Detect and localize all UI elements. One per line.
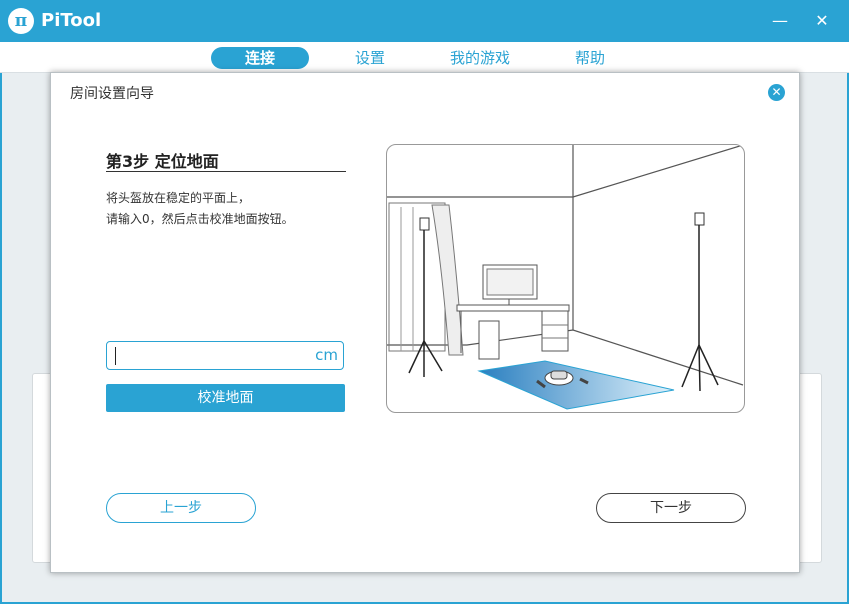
- app-title: PiTool: [41, 10, 102, 31]
- floor-height-input[interactable]: cm: [106, 341, 344, 370]
- minimize-icon[interactable]: —: [769, 10, 791, 32]
- room-scene-image: [387, 145, 744, 410]
- dialog-close-icon[interactable]: ✕: [768, 84, 785, 101]
- pi-logo-icon: π: [8, 8, 34, 34]
- tab-help[interactable]: 帮助: [560, 47, 620, 69]
- previous-step-button[interactable]: 上一步: [106, 493, 256, 523]
- dialog-title: 房间设置向导: [70, 86, 154, 102]
- room-illustration: [386, 144, 745, 413]
- close-icon[interactable]: ✕: [811, 10, 833, 32]
- instruction-line: 将头盔放在稳定的平面上，: [106, 191, 251, 205]
- step-instructions: 将头盔放在稳定的平面上， 请输入0，然后点击校准地面按钮。: [106, 188, 294, 230]
- room-setup-dialog: 房间设置向导 ✕ 第3步 定位地面 将头盔放在稳定的平面上， 请输入0，然后点击…: [50, 72, 800, 573]
- tab-settings[interactable]: 设置: [340, 47, 400, 69]
- main-nav: 连接 设置 我的游戏 帮助: [0, 42, 849, 73]
- unit-label: cm: [315, 346, 338, 364]
- calibrate-floor-button[interactable]: 校准地面: [106, 384, 345, 412]
- tab-my-games[interactable]: 我的游戏: [440, 47, 520, 69]
- step-title: 第3步 定位地面: [106, 152, 219, 171]
- next-step-button[interactable]: 下一步: [596, 493, 746, 523]
- step-title-divider: [106, 171, 346, 172]
- tab-connect[interactable]: 连接: [211, 47, 309, 69]
- text-caret: [115, 347, 116, 365]
- instruction-line: 请输入0，然后点击校准地面按钮。: [106, 212, 294, 226]
- title-bar: π PiTool — ✕: [0, 0, 849, 42]
